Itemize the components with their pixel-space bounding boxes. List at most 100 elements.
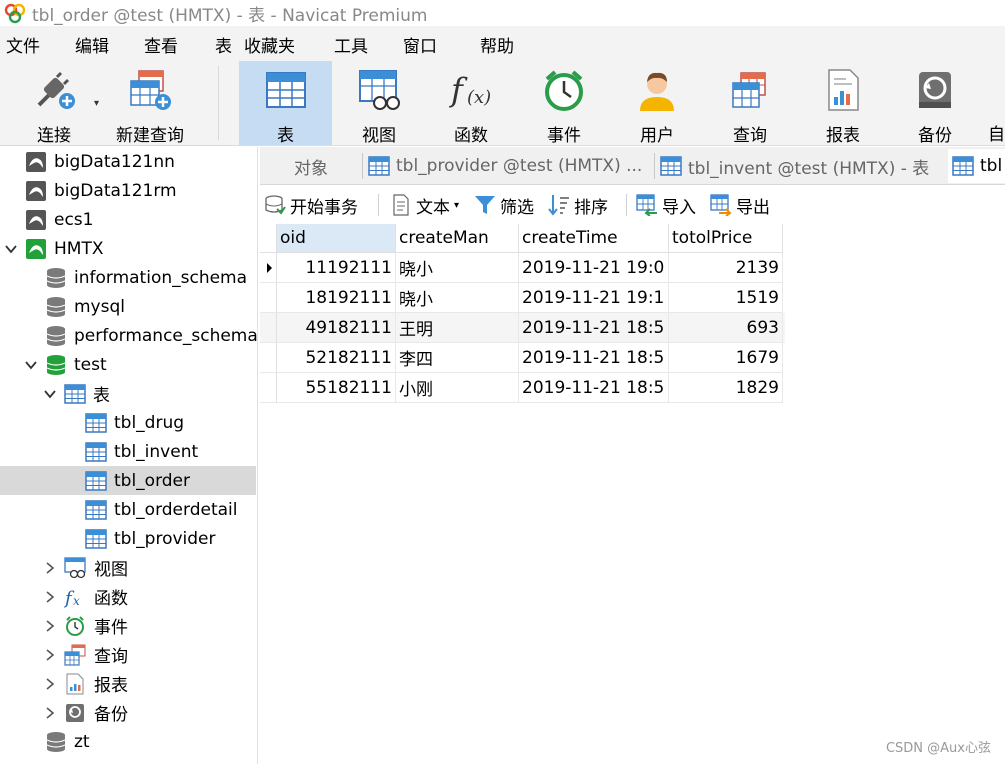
begin-transaction-button[interactable]: 开始事务 [264,192,358,218]
query-button[interactable]: 查询 [706,61,794,146]
tree-group-functions[interactable]: fx 函数 [0,582,256,611]
tree-connection-hmtx[interactable]: HMTX [0,234,256,263]
text-view-button[interactable]: 文本 ▾ [390,192,459,218]
new-query-button[interactable]: 新建查询 [110,61,190,146]
menu-table[interactable]: 表 [215,32,232,57]
table-button[interactable]: 表 [239,61,332,146]
table-row[interactable]: 52182111 李四 2019-11-21 18:5 1679 [260,343,785,373]
grid-corner [260,224,277,253]
tree-group-events[interactable]: 事件 [0,611,256,640]
filter-button[interactable]: 筛选 [474,192,534,218]
menu-view[interactable]: 查看 [144,32,178,57]
chevron-right-icon[interactable] [43,677,57,691]
cell-createman[interactable]: 李四 [396,343,519,373]
tab-objects[interactable]: 对象 [260,149,362,183]
column-header-oid[interactable]: oid [277,224,396,253]
tab-tbl-order[interactable]: tbl [948,149,1005,183]
menu-help[interactable]: 帮助 [480,32,514,57]
cell-totolprice[interactable]: 693 [669,313,783,343]
tree-group-views[interactable]: 视图 [0,553,256,582]
import-button[interactable]: 导入 [636,192,696,218]
tree-connection-ecs1[interactable]: ecs1 [0,205,256,234]
tab-tbl-invent[interactable]: tbl_invent @test (HMTX) - 表 [656,149,946,183]
table-row[interactable]: 18192111 晓小 2019-11-21 19:1 1519 [260,283,785,313]
tree-db-information-schema[interactable]: information_schema [0,263,256,292]
table-row[interactable]: 55182111 小刚 2019-11-21 18:5 1829 [260,373,785,403]
backup-button[interactable]: 备份 [892,61,978,146]
tree-table-tbl-orderdetail[interactable]: tbl_orderdetail [0,495,256,524]
row-indicator[interactable] [260,253,277,283]
menu-favorites[interactable]: 收藏夹 [244,32,295,57]
chevron-down-icon[interactable] [43,387,57,401]
chevron-down-icon[interactable] [4,242,18,256]
tree-table-tbl-invent[interactable]: tbl_invent [0,437,256,466]
tree-connection-bigdata121nn[interactable]: bigData121nn [0,147,256,176]
tree-connection-bigdata121rm[interactable]: bigData121rm [0,176,256,205]
chevron-right-icon[interactable] [43,561,57,575]
cell-createtime[interactable]: 2019-11-21 19:0 [519,253,669,283]
tree-group-tables[interactable]: 表 [0,379,256,408]
cell-createman[interactable]: 晓小 [396,283,519,313]
tree-db-test[interactable]: test [0,350,256,379]
auto-run-button[interactable]: 自 [988,61,1005,145]
tree-db-mysql[interactable]: mysql [0,292,256,321]
sort-label: 排序 [574,197,608,218]
chevron-right-icon[interactable] [43,706,57,720]
row-indicator[interactable] [260,373,277,403]
column-header-totolprice[interactable]: totolPrice [669,224,783,253]
row-indicator[interactable] [260,313,277,343]
cell-oid[interactable]: 11192111 [277,253,396,283]
cell-totolprice[interactable]: 1829 [669,373,783,403]
row-indicator[interactable] [260,283,277,313]
cell-oid[interactable]: 49182111 [277,313,396,343]
chevron-right-icon[interactable] [43,619,57,633]
cell-totolprice[interactable]: 1519 [669,283,783,313]
cell-createman[interactable]: 晓小 [396,253,519,283]
menu-window[interactable]: 窗口 [403,32,437,57]
report-button[interactable]: 报表 [800,61,886,146]
menu-file[interactable]: 文件 [6,32,40,57]
tab-tbl-provider[interactable]: tbl_provider @test (HMTX) ... [364,149,654,183]
menu-tools[interactable]: 工具 [334,32,368,57]
row-indicator[interactable] [260,343,277,373]
chevron-down-icon[interactable]: ▾ [454,200,459,211]
tree-table-tbl-order[interactable]: tbl_order [0,466,256,495]
cell-oid[interactable]: 18192111 [277,283,396,313]
user-button[interactable]: 用户 [614,61,700,146]
navigation-tree[interactable]: bigData121nn bigData121rm ecs1 HMTX info… [0,147,258,764]
tree-db-zt[interactable]: zt [0,727,256,756]
tree-group-queries[interactable]: 查询 [0,640,256,669]
sort-button[interactable]: 排序 [548,192,608,218]
connect-button[interactable]: 连接 [18,61,90,146]
table-icon [85,441,107,463]
tree-db-performance-schema[interactable]: performance_schema [0,321,257,350]
cell-createtime[interactable]: 2019-11-21 18:5 [519,343,669,373]
tree-group-backups[interactable]: 备份 [0,698,256,727]
cell-createman[interactable]: 王明 [396,313,519,343]
table-row[interactable]: 11192111 晓小 2019-11-21 19:0 2139 [260,253,785,283]
tree-group-reports[interactable]: 报表 [0,669,256,698]
chevron-right-icon[interactable] [43,648,57,662]
tree-label: 备份 [94,705,128,725]
function-button[interactable]: f (x) 函数 [428,61,514,146]
tree-table-tbl-provider[interactable]: tbl_provider [0,524,256,553]
cell-oid[interactable]: 52182111 [277,343,396,373]
chevron-down-icon[interactable] [24,358,38,372]
column-header-createman[interactable]: createMan [396,224,519,253]
chevron-right-icon[interactable] [43,590,57,604]
connect-dropdown-icon[interactable]: ▾ [94,98,99,109]
table-row[interactable]: 49182111 王明 2019-11-21 18:5 693 [260,313,785,343]
cell-totolprice[interactable]: 2139 [669,253,783,283]
event-button[interactable]: 事件 [520,61,608,146]
cell-totolprice[interactable]: 1679 [669,343,783,373]
cell-createtime[interactable]: 2019-11-21 18:5 [519,373,669,403]
column-header-createtime[interactable]: createTime [519,224,669,253]
cell-oid[interactable]: 55182111 [277,373,396,403]
cell-createman[interactable]: 小刚 [396,373,519,403]
tree-table-tbl-drug[interactable]: tbl_drug [0,408,256,437]
cell-createtime[interactable]: 2019-11-21 18:5 [519,313,669,343]
menu-edit[interactable]: 编辑 [75,32,109,57]
export-button[interactable]: 导出 [710,192,770,218]
cell-createtime[interactable]: 2019-11-21 19:1 [519,283,669,313]
view-button[interactable]: 视图 [336,61,422,146]
